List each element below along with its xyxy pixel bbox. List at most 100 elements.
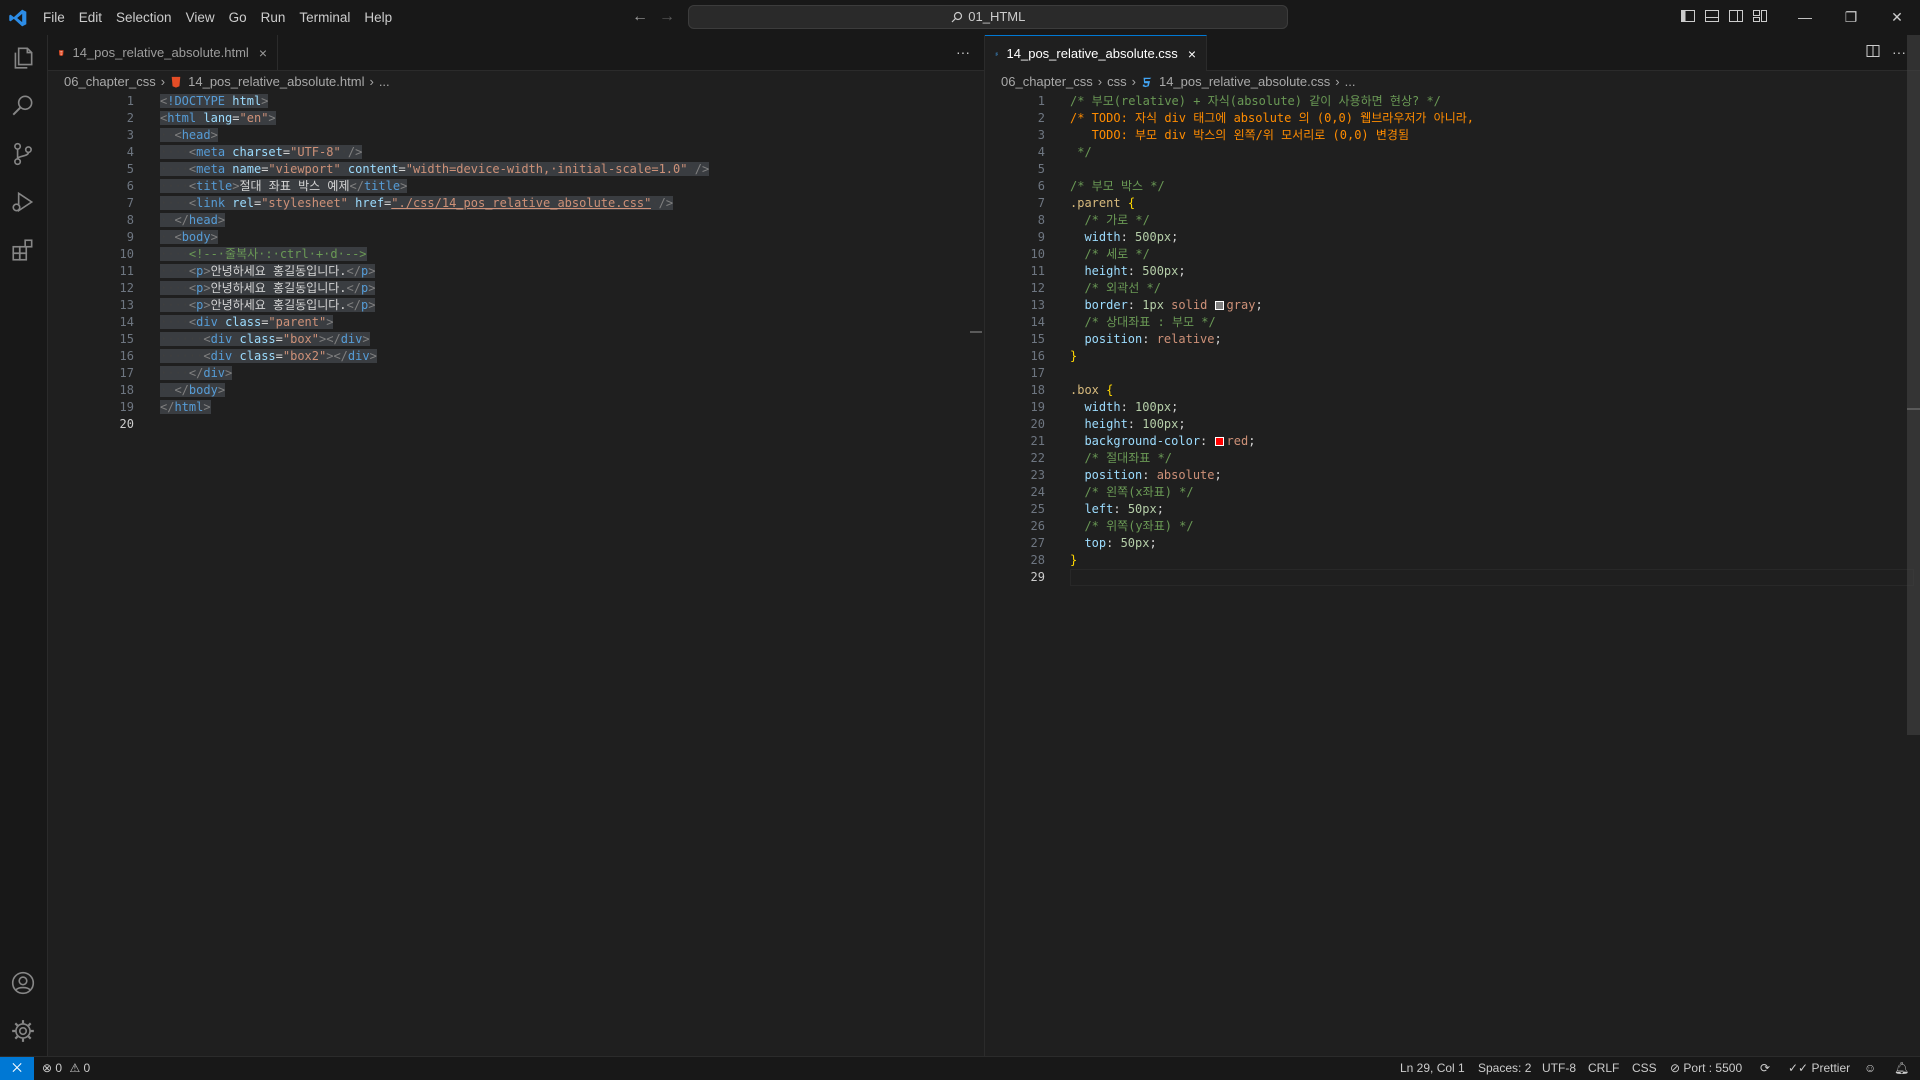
- tab-label: 14_pos_relative_absolute.html: [72, 45, 249, 60]
- problems-indicator[interactable]: ⊗ 0 ⚠ 0: [42, 1057, 90, 1080]
- line-number: 10: [119, 247, 134, 261]
- code-line: 29: [985, 569, 1920, 586]
- code-line: 18 ··</body>: [48, 382, 984, 399]
- code-line: 11 ····<p>안녕하세요 홍길동입니다.</p>: [48, 263, 984, 280]
- accounts-icon[interactable]: [10, 970, 36, 996]
- line-number: 13: [119, 298, 134, 312]
- indentation[interactable]: Spaces: 2: [1478, 1057, 1531, 1080]
- live-server-port[interactable]: ⊘ Port : 5500: [1670, 1057, 1742, 1080]
- code-line: 18 .box {: [985, 382, 1920, 399]
- scroll-position-marker: [1907, 408, 1920, 410]
- menu-run[interactable]: Run: [254, 0, 293, 35]
- close-tab-icon[interactable]: ×: [1188, 46, 1196, 62]
- code-text: ······<div·class="box2"></div>: [160, 349, 377, 363]
- code-text: /* 위쪽(y좌표) */: [1070, 519, 1194, 533]
- more-actions-icon[interactable]: ···: [956, 44, 970, 60]
- forward-arrow-icon[interactable]: →: [659, 8, 675, 26]
- code-editor-html[interactable]: 1 <!DOCTYPE·html> 2 <html·lang="en"> 3 ··<h…: [48, 93, 984, 433]
- customize-layout-icon[interactable]: [1752, 8, 1768, 24]
- breadcrumb-file[interactable]: 14_pos_relative_absolute.css: [1159, 71, 1330, 93]
- menu-terminal[interactable]: Terminal: [292, 0, 357, 35]
- encoding[interactable]: UTF-8: [1542, 1057, 1576, 1080]
- code-line: 4 ····<meta·charset="UTF-8"·/>: [48, 144, 984, 161]
- line-number: 8: [1037, 213, 1045, 227]
- menu-view[interactable]: View: [179, 0, 222, 35]
- code-text: .parent {: [1070, 196, 1136, 210]
- code-text: ····<p>안녕하세요 홍길동입니다.</p>: [160, 298, 376, 312]
- activity-bar: [0, 35, 48, 1056]
- toggle-primary-sidebar-icon[interactable]: [1680, 8, 1696, 24]
- code-line: 10 /* 세로 */: [985, 246, 1920, 263]
- breadcrumb-symbol[interactable]: ...: [1345, 71, 1356, 93]
- code-text: width: 100px;: [1070, 400, 1179, 414]
- menu-go[interactable]: Go: [222, 0, 254, 35]
- line-ending[interactable]: CRLF: [1588, 1057, 1619, 1080]
- restore-icon[interactable]: ❐: [1828, 0, 1874, 35]
- code-text: ····</div>: [160, 366, 233, 380]
- menu-bar: File Edit Selection View Go Run Terminal…: [36, 0, 399, 35]
- explorer-icon[interactable]: [10, 45, 36, 71]
- breadcrumb-folder[interactable]: 06_chapter_css: [64, 71, 156, 93]
- more-actions-icon[interactable]: ···: [1892, 44, 1906, 60]
- breadcrumb: 06_chapter_css › css › 14_pos_relative_a…: [1001, 71, 1355, 93]
- workspace-name: 01_HTML: [968, 9, 1026, 24]
- code-line: 16}: [985, 348, 1920, 365]
- feedback-icon[interactable]: ☺: [1864, 1057, 1876, 1080]
- extensions-icon[interactable]: [10, 237, 36, 263]
- menu-help[interactable]: Help: [357, 0, 399, 35]
- line-number: 27: [1030, 536, 1045, 550]
- search-icon[interactable]: [10, 93, 36, 119]
- breadcrumb-symbol[interactable]: ...: [379, 71, 390, 93]
- code-editor-css[interactable]: 1 /* 부모(relative) + 자식(absolute) 같이 사용하면 …: [985, 93, 1920, 586]
- code-line: 2 <html·lang="en">: [48, 110, 984, 127]
- toggle-panel-icon[interactable]: [1704, 8, 1720, 24]
- split-editor-icon[interactable]: [1866, 44, 1880, 58]
- code-line: 27 top: 50px;: [985, 535, 1920, 552]
- cursor-position[interactable]: Ln 29, Col 1: [1400, 1057, 1465, 1080]
- line-number: 21: [1030, 434, 1045, 448]
- line-number: 18: [119, 383, 134, 397]
- line-number: 2: [126, 111, 134, 125]
- command-center-search[interactable]: 01_HTML: [688, 5, 1288, 29]
- code-line: 17: [985, 365, 1920, 382]
- breadcrumb-folder[interactable]: 06_chapter_css: [1001, 71, 1093, 93]
- breadcrumb-file[interactable]: 14_pos_relative_absolute.html: [188, 71, 364, 93]
- color-swatch-red[interactable]: [1214, 437, 1224, 446]
- code-text: ····<p>안녕하세요 홍길동입니다.</p>: [160, 281, 376, 295]
- line-number: 12: [1030, 281, 1045, 295]
- source-control-icon[interactable]: [10, 141, 36, 167]
- notifications-bell-icon[interactable]: 🔔︎: [1894, 1057, 1909, 1080]
- code-line: 20 height: 100px;: [985, 416, 1920, 433]
- minimize-icon[interactable]: —: [1782, 0, 1828, 35]
- code-text: background-color: red;: [1070, 434, 1256, 448]
- broadcast-icon: ⊘: [1670, 1061, 1681, 1075]
- menu-file[interactable]: File: [36, 0, 72, 35]
- close-tab-icon[interactable]: ×: [259, 45, 267, 61]
- html-file-icon: [58, 49, 64, 56]
- color-swatch-gray[interactable]: [1214, 301, 1224, 310]
- port-label: Port : 5500: [1683, 1061, 1743, 1075]
- language-mode[interactable]: CSS: [1632, 1057, 1657, 1080]
- back-arrow-icon[interactable]: ←: [632, 8, 648, 26]
- code-line: 15 position: relative;: [985, 331, 1920, 348]
- close-window-icon[interactable]: ✕: [1874, 0, 1920, 35]
- remote-indicator-icon[interactable]: ⨉: [0, 1057, 34, 1080]
- toggle-secondary-sidebar-icon[interactable]: [1728, 8, 1744, 24]
- code-text: }: [1070, 349, 1078, 363]
- code-text: ····<link·rel="stylesheet"·href="./css/1…: [160, 196, 674, 210]
- menu-edit[interactable]: Edit: [72, 0, 109, 35]
- code-text: top: 50px;: [1070, 536, 1157, 550]
- code-line: 2 /* TODO: 자식 div 태그에 absolute 의 (0,0) 웹브…: [985, 110, 1920, 127]
- line-number: 9: [126, 230, 134, 244]
- prettier-status[interactable]: ✓✓ Prettier: [1788, 1057, 1850, 1080]
- run-debug-icon[interactable]: [10, 189, 36, 215]
- tab-css-file[interactable]: 14_pos_relative_absolute.css ×: [985, 35, 1207, 71]
- code-text: /* 가로 */: [1070, 213, 1150, 227]
- vertical-scrollbar[interactable]: [1907, 35, 1920, 735]
- menu-selection[interactable]: Selection: [109, 0, 179, 35]
- breadcrumb-subfolder[interactable]: css: [1107, 71, 1127, 93]
- line-number: 2: [1037, 111, 1045, 125]
- tab-html-file[interactable]: 14_pos_relative_absolute.html ×: [48, 35, 278, 70]
- manage-gear-icon[interactable]: [10, 1018, 36, 1044]
- sync-icon[interactable]: ⟳: [1760, 1057, 1770, 1080]
